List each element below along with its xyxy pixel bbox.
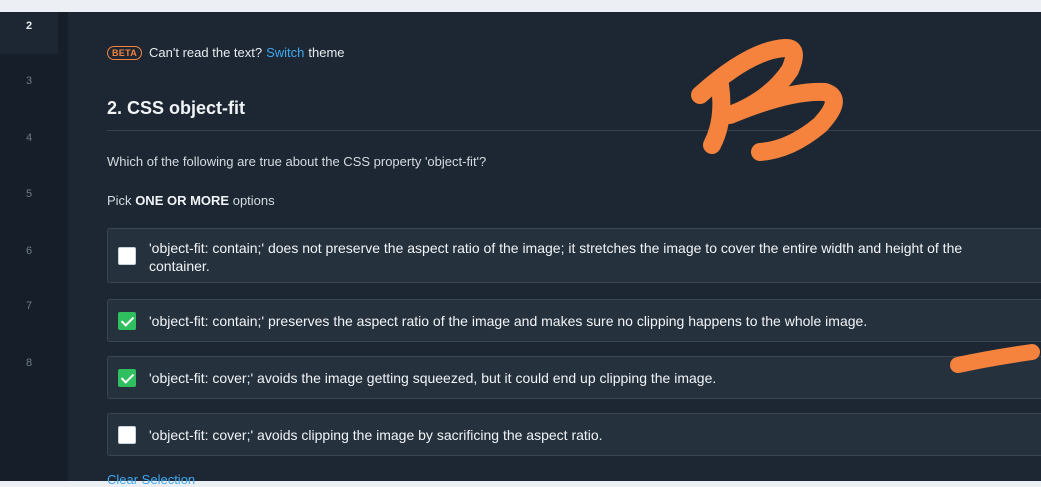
sidebar-item-6[interactable]: 6: [0, 245, 58, 257]
option-4[interactable]: 'object-fit: cover;' avoids clipping the…: [107, 413, 1041, 456]
question-sidebar: 2 3 4 5 6 7 8: [0, 12, 68, 481]
question-prompt: Which of the following are true about th…: [107, 154, 487, 169]
sidebar-item-3[interactable]: 3: [0, 75, 58, 87]
question-title: 2. CSS object-fit: [107, 98, 246, 118]
pick-instruction: Pick ONE OR MORE options: [107, 193, 275, 208]
beta-badge: BETA: [107, 45, 143, 60]
sidebar-item-4[interactable]: 4: [0, 132, 58, 144]
option-1-checkbox[interactable]: [118, 247, 136, 265]
clear-selection-link[interactable]: Clear Selection: [107, 472, 195, 487]
banner-text: Can't read the text?: [149, 45, 263, 60]
option-2[interactable]: 'object-fit: contain;' preserves the asp…: [107, 299, 1041, 342]
question-panel: BETA Can't read the text? Switch theme 2…: [68, 12, 1041, 487]
pick-bold: ONE OR MORE: [135, 193, 230, 208]
pick-prefix: Pick: [107, 193, 132, 208]
pick-suffix: options: [232, 193, 275, 208]
option-3-checkbox[interactable]: [118, 369, 136, 387]
option-4-checkbox[interactable]: [118, 426, 136, 444]
app-frame: 2 3 4 5 6 7 8 BETA Can't read the text? …: [0, 12, 1041, 487]
banner-suffix: theme: [308, 45, 345, 60]
option-2-text: 'object-fit: contain;' preserves the asp…: [149, 313, 868, 329]
option-3[interactable]: 'object-fit: cover;' avoids the image ge…: [107, 356, 1041, 399]
title-divider: [107, 130, 1041, 131]
sidebar-item-8[interactable]: 8: [0, 357, 58, 369]
option-4-text: 'object-fit: cover;' avoids clipping the…: [149, 427, 603, 443]
option-1[interactable]: 'object-fit: contain;' does not preserve…: [107, 228, 1041, 283]
theme-banner: BETA Can't read the text? Switch theme: [107, 45, 345, 60]
option-2-checkbox[interactable]: [118, 312, 136, 330]
sidebar-item-2[interactable]: 2: [0, 12, 58, 54]
option-3-text: 'object-fit: cover;' avoids the image ge…: [149, 370, 717, 386]
option-1-text: 'object-fit: contain;' does not preserve…: [149, 240, 963, 274]
switch-theme-link[interactable]: Switch: [266, 45, 304, 60]
sidebar-item-5[interactable]: 5: [0, 188, 58, 200]
sidebar-item-7[interactable]: 7: [0, 300, 58, 312]
